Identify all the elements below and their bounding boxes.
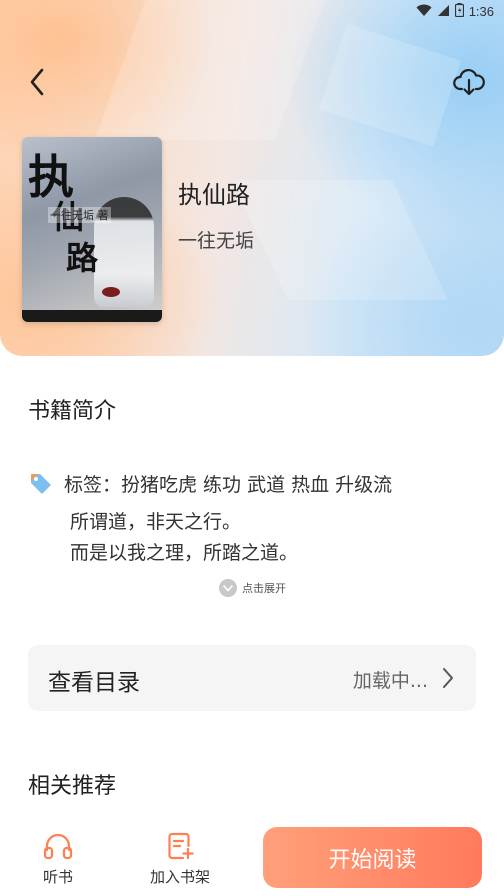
catalog-row[interactable]: 查看目录 加载中...	[28, 645, 476, 711]
tag-icon	[31, 473, 51, 494]
back-button[interactable]	[22, 66, 52, 98]
chevron-down-icon	[219, 579, 237, 597]
add-to-shelf-label: 加入书架	[149, 868, 210, 886]
download-button[interactable]	[452, 66, 486, 100]
battery-icon	[454, 2, 464, 21]
cover-title-char: 路	[66, 239, 99, 277]
intro-line: 而是以我之理，所踏之道。	[70, 542, 299, 564]
recommendations-section-title: 相关推荐	[28, 774, 117, 799]
catalog-label: 查看目录	[48, 670, 140, 696]
signal-icon	[437, 2, 450, 21]
headphones-icon	[43, 833, 73, 860]
start-reading-label: 开始阅读	[328, 847, 417, 873]
book-author[interactable]: 一往无垢	[178, 226, 254, 253]
expand-label: 点击展开	[242, 582, 286, 595]
status-time: 1:36	[468, 4, 494, 19]
tag-text: 标签：扮猪吃虎 练功 武道 热血 升级流	[64, 474, 393, 496]
chevron-left-icon	[30, 68, 44, 96]
intro-line: 所谓道，非天之行。	[70, 511, 242, 533]
listen-button[interactable]: 听书	[28, 832, 88, 887]
add-bookshelf-icon	[168, 832, 194, 860]
book-title: 执仙路	[178, 181, 250, 209]
bottom-action-bar: 听书 加入书架 开始阅读	[0, 820, 504, 896]
add-to-shelf-button[interactable]: 加入书架	[145, 832, 215, 887]
chevron-right-icon	[443, 668, 453, 688]
cloud-download-icon	[453, 69, 485, 96]
catalog-status: 加载中...	[352, 670, 428, 692]
start-reading-button[interactable]: 开始阅读	[263, 827, 482, 888]
intro-section-title: 书籍简介	[28, 399, 117, 424]
status-bar: 1:36	[0, 0, 504, 22]
wifi-icon	[416, 2, 432, 21]
tag-row: 标签：扮猪吃虎 练功 武道 热血 升级流	[28, 470, 392, 497]
cover-author: 一往无垢 著	[48, 207, 111, 223]
listen-label: 听书	[42, 868, 73, 886]
book-cover[interactable]: 执 仙 路 一往无垢 著	[22, 137, 162, 322]
expand-button[interactable]: 点击展开	[219, 579, 286, 597]
